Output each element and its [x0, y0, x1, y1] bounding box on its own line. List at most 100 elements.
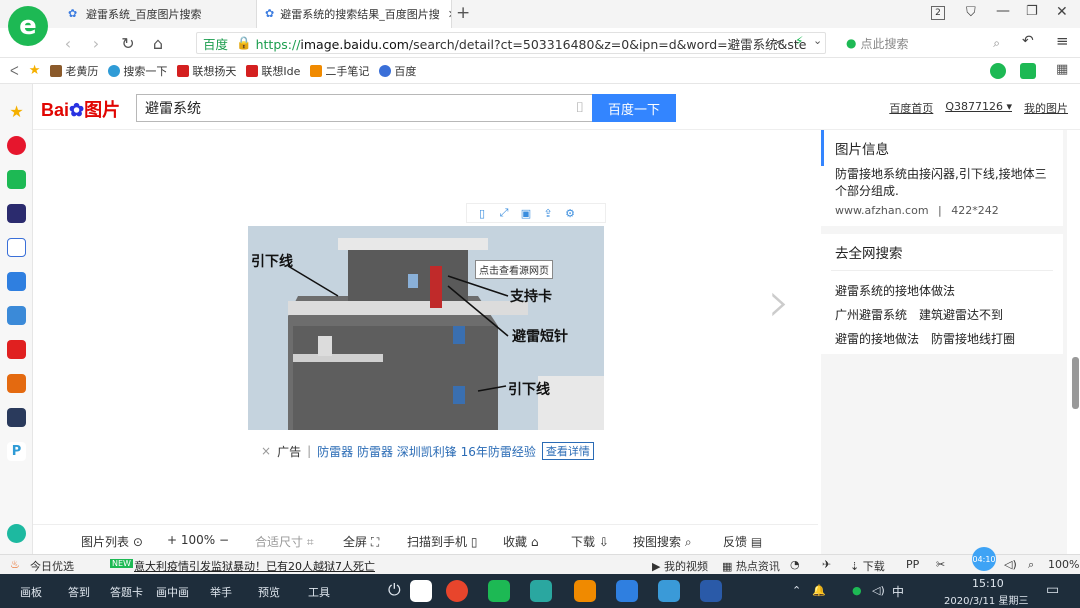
search-icon[interactable]: ⌕ [993, 36, 1000, 51]
task-answer-card[interactable]: 答题卡 [110, 584, 143, 600]
share-icon[interactable]: ⇪ [541, 206, 555, 220]
p-icon[interactable]: P [7, 442, 26, 461]
bookmark-baidu[interactable]: 百度 [379, 63, 416, 79]
weibo-icon[interactable] [7, 136, 26, 155]
clock-time[interactable]: 15:10 [972, 577, 1004, 590]
search-input[interactable]: ● 点此搜索 ⌕ [840, 32, 1006, 54]
bookmark-search[interactable]: 搜索一下 [108, 63, 167, 79]
today-picks[interactable]: 今日优选 [30, 558, 74, 574]
shirt-icon[interactable]: ⛉ [966, 5, 976, 20]
mail-icon[interactable] [7, 170, 26, 189]
speed-icon[interactable]: ◔ [790, 558, 800, 571]
flower-icon[interactable] [530, 580, 552, 602]
page-zoom[interactable]: 100% [1048, 558, 1079, 571]
favorites-icon[interactable]: ★ [7, 102, 26, 121]
fullscreen-button[interactable]: 全屏 ⛶ [343, 533, 379, 550]
related-search-link[interactable]: 防雷接地线打圈 [931, 332, 1015, 346]
tab-search-results-2[interactable]: ✿ 避雷系统的搜索结果_百度图片搜 ✕ [256, 0, 452, 28]
translate-icon[interactable] [1020, 63, 1036, 79]
image-source[interactable]: www.afzhan.com [835, 204, 929, 217]
bookmark-lenovo-ide[interactable]: 联想Ide [246, 63, 300, 79]
shopping-icon[interactable] [7, 340, 26, 359]
grid-icon[interactable]: ▦ [1056, 62, 1068, 77]
undo-icon[interactable]: ↶ [1022, 33, 1034, 49]
news-headline[interactable]: 意大利疫情引发监狱暴动！已有20人越狱7人死亡 [134, 558, 375, 574]
back-icon[interactable]: ‹ [58, 33, 78, 53]
downloads[interactable]: ⇣ 下载 [850, 558, 885, 574]
close-tab-icon[interactable]: ✕ [440, 8, 451, 21]
related-search-link[interactable]: 避雷的接地做法 [835, 332, 919, 346]
sidebar-toggle-icon[interactable]: ᐸ [10, 64, 19, 78]
restore-icon[interactable]: ❐ [1026, 4, 1038, 19]
link-my-pictures[interactable]: 我的图片 [1024, 100, 1068, 116]
expand-icon[interactable]: ⤢ [497, 206, 511, 220]
zoom-icon[interactable]: ⌕ [1028, 558, 1034, 572]
chat-icon[interactable] [990, 63, 1006, 79]
screenshot-icon[interactable]: ✂ [936, 558, 945, 571]
task-pip[interactable]: 画中画 [156, 584, 189, 600]
clock-date[interactable]: 2020/3/11 星期三 [944, 592, 1028, 607]
zoom-control[interactable]: + 100% − [167, 533, 229, 547]
copy-icon[interactable]: ▯ [475, 206, 489, 220]
scan-to-phone-button[interactable]: 扫描到手机 ▯ [407, 533, 477, 550]
task-tools[interactable]: 工具 [308, 584, 330, 600]
refresh-icon[interactable]: ↻ [118, 33, 138, 53]
save-icon[interactable]: ▣ [519, 206, 533, 220]
hot-news[interactable]: ▦ 热点资讯 [722, 558, 780, 574]
star-icon[interactable]: ★ [29, 63, 41, 78]
chrome-icon[interactable] [446, 580, 468, 602]
settings-icon[interactable]: ⚙ [563, 206, 577, 220]
game-icon[interactable] [7, 306, 26, 325]
task-check-in[interactable]: 答到 [68, 584, 90, 600]
task-raise-hand[interactable]: 举手 [210, 584, 232, 600]
image-list-button[interactable]: 图片列表 ⊙ [81, 533, 143, 550]
tab-search-results-1[interactable]: ✿ 避雷系统_百度图片搜索 [60, 0, 256, 28]
bookmark-secondhand[interactable]: 二手笔记 [310, 63, 369, 79]
related-search-link[interactable]: 广州避雷系统 [835, 308, 907, 322]
task-drawing-board[interactable]: 画板 [20, 584, 42, 600]
image-search-button[interactable]: 按图搜索 ⌕ [633, 533, 692, 550]
news-icon[interactable] [7, 204, 26, 223]
forward-icon[interactable]: › [86, 33, 106, 53]
minimize-icon[interactable]: — [996, 3, 1010, 19]
document-icon[interactable] [7, 238, 26, 257]
bookmark-laohuangli[interactable]: 老黄历 [50, 63, 98, 79]
tab-count-badge[interactable]: 2 [931, 6, 945, 20]
message-icon[interactable] [7, 272, 26, 291]
chevron-down-icon[interactable]: ⌄ [813, 34, 822, 47]
tray-app-icon[interactable]: ● [852, 584, 862, 597]
app2-icon[interactable] [658, 580, 680, 602]
address-bar[interactable]: 百度 🔒 https://image.baidu.com/search/deta… [196, 32, 826, 54]
app3-icon[interactable] [700, 580, 722, 602]
link-user[interactable]: Q3877126 ▾ [945, 100, 1012, 116]
tray-bell-icon[interactable]: 🔔 [812, 584, 826, 597]
bookmark-lenovo-yangtian[interactable]: 联想扬天 [177, 63, 236, 79]
ad-detail-button[interactable]: 查看详情 [541, 442, 594, 460]
baidu-search-button[interactable]: 百度一下 [592, 94, 676, 122]
game2-icon[interactable] [7, 374, 26, 393]
volume-icon[interactable]: ◁) [1004, 558, 1017, 571]
office-icon[interactable] [574, 580, 596, 602]
scrollbar-thumb[interactable] [1072, 357, 1079, 409]
pin-icon[interactable]: ✈ [822, 558, 831, 571]
related-search-link[interactable]: 建筑避雷达不到 [919, 308, 1003, 322]
camera-icon[interactable]: ⌷ [576, 100, 584, 116]
link-baidu-home[interactable]: 百度首页 [889, 100, 933, 116]
favorite-button[interactable]: 收藏 ⌂ [503, 533, 538, 550]
ime-indicator[interactable]: 中 [892, 583, 904, 600]
feedback-button[interactable]: 反馈 ▤ [723, 533, 762, 550]
fit-size-button[interactable]: 合适尺寸 ⌗ [255, 533, 314, 550]
notification-icon[interactable]: ▭ [1046, 582, 1059, 598]
ad-close-icon[interactable]: × [261, 444, 271, 458]
menu-icon[interactable]: ≡ [1056, 32, 1069, 50]
baidu-search-input[interactable]: 避雷系统 ⌷ [136, 94, 592, 122]
add-app-icon[interactable] [7, 524, 26, 543]
next-image-arrow-icon[interactable]: › [768, 270, 790, 335]
baidu-logo[interactable]: Bai✿图片 [41, 96, 120, 122]
close-window-icon[interactable]: ✕ [1056, 4, 1068, 20]
my-video[interactable]: ▶ 我的视频 [652, 558, 708, 574]
browser-logo-icon[interactable]: e [8, 6, 48, 46]
main-image[interactable]: 引下线 支持卡 避雷短针 引下线 [248, 226, 604, 430]
tray-up-icon[interactable]: ⌃ [792, 584, 801, 597]
task-preview[interactable]: 预览 [258, 584, 280, 600]
